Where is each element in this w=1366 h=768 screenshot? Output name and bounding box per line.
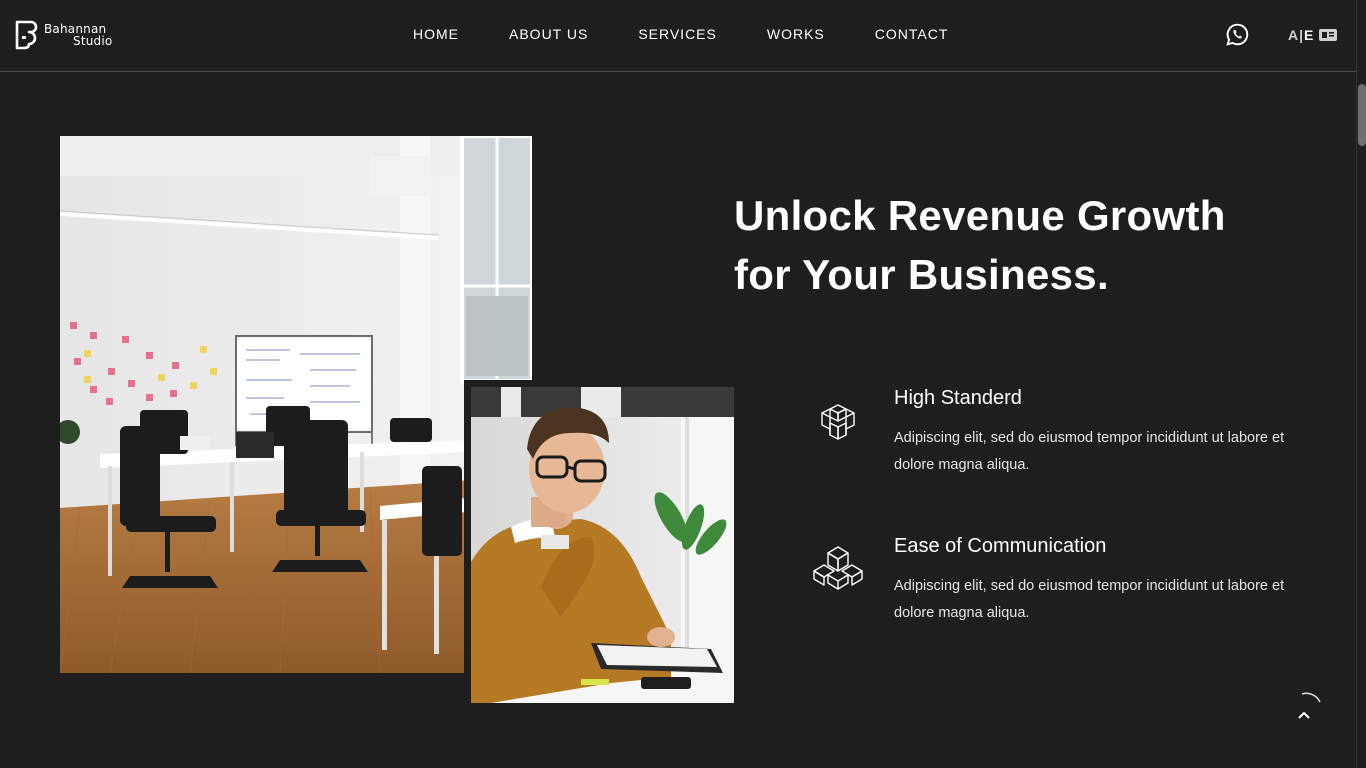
feature-description: Adipiscing elit, sed do eiusmod tempor i…: [894, 430, 1285, 473]
hero-title: Unlock Revenue Growth for Your Business.: [734, 186, 1294, 304]
brand-name: Bahannan Studio: [44, 23, 112, 47]
nav-contact[interactable]: CONTACT: [875, 26, 949, 42]
nav-services[interactable]: SERVICES: [638, 26, 717, 42]
language-switcher[interactable]: A | E: [1288, 27, 1338, 43]
site-header: Bahannan Studio HOME ABOUT US SERVICES W…: [0, 0, 1356, 72]
whatsapp-icon[interactable]: [1226, 23, 1249, 46]
brand-line2: Studio: [73, 34, 113, 48]
lang-separator: |: [1299, 27, 1304, 43]
nav-home[interactable]: HOME: [413, 26, 459, 42]
nav-about-us[interactable]: ABOUT US: [509, 26, 588, 42]
chevron-up-icon: [1298, 711, 1310, 719]
logo-mark-icon: [15, 20, 38, 50]
scrollbar-thumb[interactable]: [1358, 84, 1366, 146]
page-scrollbar[interactable]: [1356, 0, 1366, 768]
brand-logo[interactable]: Bahannan Studio: [14, 20, 112, 50]
feature-item: High Standerd Adipiscing elit, sed do ei…: [812, 387, 1292, 487]
feature-title: Ease of Communication: [894, 535, 1107, 557]
language-card-icon: [1319, 29, 1338, 41]
hero-title-line1: Unlock Revenue Growth: [734, 192, 1226, 239]
feature-description: Adipiscing elit, sed do eiusmod tempor i…: [894, 578, 1285, 621]
hero-title-line2: for Your Business.: [734, 251, 1109, 298]
main-nav: HOME ABOUT US SERVICES WORKS CONTACT: [413, 26, 948, 42]
interlocked-cubes-icon: [813, 546, 863, 590]
lang-option-e[interactable]: E: [1304, 27, 1313, 43]
nav-works[interactable]: WORKS: [767, 26, 825, 42]
lang-option-a[interactable]: A: [1288, 27, 1298, 43]
man-working-photo: [471, 387, 734, 703]
scroll-to-top-button[interactable]: [1288, 692, 1322, 726]
feature-title: High Standerd: [894, 387, 1022, 409]
office-photo: [60, 136, 532, 673]
feature-item: Ease of Communication Adipiscing elit, s…: [812, 535, 1292, 635]
cube-structure-icon: [821, 404, 855, 440]
